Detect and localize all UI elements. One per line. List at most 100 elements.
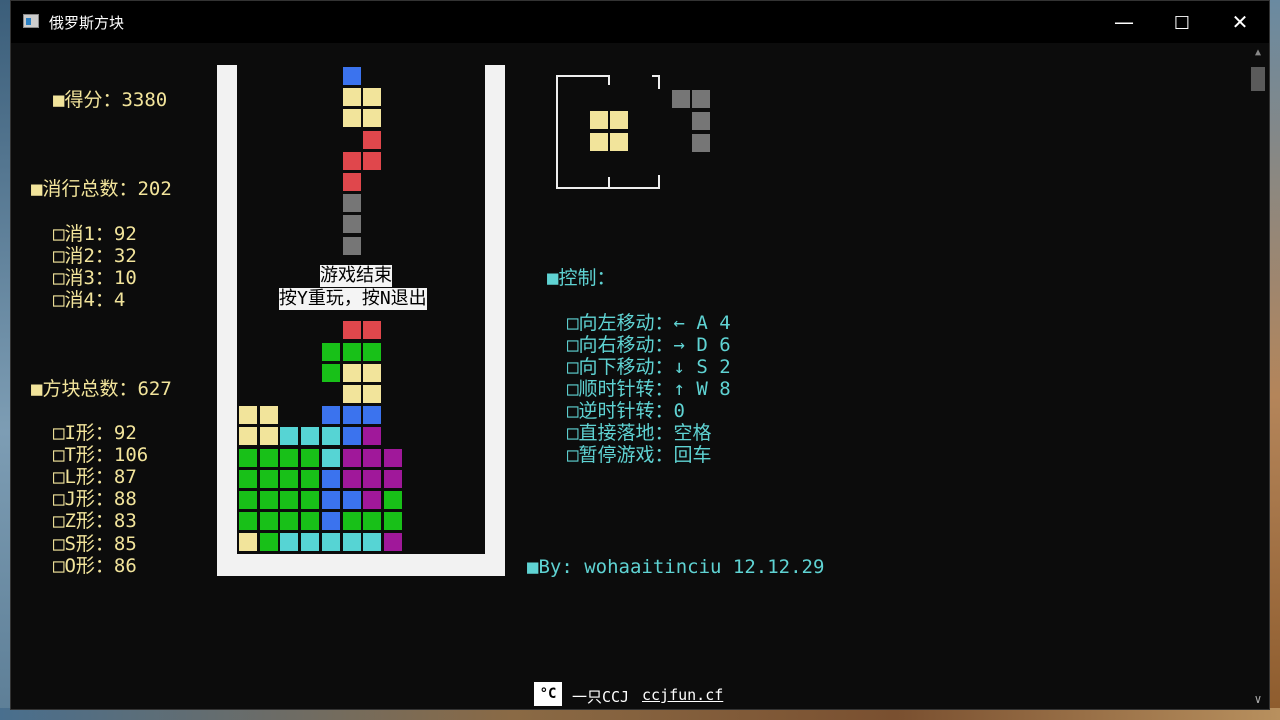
board-cell (259, 406, 278, 425)
board-cell (321, 363, 340, 382)
board-cell (301, 469, 320, 488)
board-cell (342, 236, 361, 255)
board-cell (280, 533, 299, 552)
watermark-link[interactable]: ccjfun.cf (642, 686, 723, 704)
board-cell (342, 385, 361, 403)
control-rotate-ccw: □逆时针转：0 (567, 400, 685, 422)
board-cell (383, 491, 402, 509)
board-cell (342, 67, 361, 85)
board-cell (363, 109, 382, 128)
author-credit: ■By: wohaaitinciu 12.12.29 (527, 556, 825, 578)
board-cell (321, 469, 340, 488)
block-o-label: □O形：86 (53, 555, 137, 577)
game-over-title: 游戏结束 (320, 265, 392, 287)
blocks-total-label: ■方块总数：627 (31, 378, 172, 400)
close-icon: ✕ (1231, 10, 1249, 34)
board-cell (363, 491, 382, 509)
board-cell (342, 448, 361, 467)
board-cell (239, 469, 257, 488)
control-hard-drop: □直接落地：空格 (567, 422, 712, 444)
board-cell (342, 469, 361, 488)
board-cell (383, 469, 402, 488)
title-bar[interactable]: 俄罗斯方块 — ☐ ✕ (11, 1, 1269, 43)
board-cell (280, 512, 299, 531)
console-app-icon (23, 14, 39, 28)
board-cell (301, 512, 320, 531)
board-cell (363, 342, 382, 361)
side-piece-cell (692, 134, 710, 152)
side-piece-cell (692, 90, 710, 108)
maximize-button[interactable]: ☐ (1153, 1, 1211, 43)
board-cell (363, 427, 382, 446)
minimize-button[interactable]: — (1095, 1, 1153, 43)
board-cell (239, 491, 257, 509)
block-l-label: □L形：87 (53, 466, 137, 488)
board-cell (363, 88, 382, 107)
board-cell (363, 512, 382, 531)
board-cell (342, 88, 361, 107)
score-label: ■得分：3380 (53, 89, 168, 111)
board-cell (383, 512, 402, 531)
board-cell (363, 130, 382, 149)
scroll-up-arrow-icon[interactable]: ▲ (1247, 45, 1269, 61)
close-button[interactable]: ✕ (1211, 1, 1269, 43)
control-move-left: □向左移动：← A 4 (567, 312, 731, 334)
board-cell (363, 406, 382, 425)
board-cell (321, 427, 340, 446)
board-cell (321, 512, 340, 531)
board-cell (321, 491, 340, 509)
control-move-right: □向右移动：→ D 6 (567, 334, 731, 356)
board-cell (342, 151, 361, 170)
board-cell (342, 533, 361, 552)
lines-3-label: □消3：10 (53, 267, 137, 289)
board-cell (383, 533, 402, 552)
board-cell (239, 533, 257, 552)
block-t-label: □T形：106 (53, 444, 149, 466)
window-title: 俄罗斯方块 (49, 14, 125, 32)
scroll-down-arrow-icon[interactable]: ∨ (1247, 691, 1269, 707)
block-s-label: □S形：85 (53, 533, 137, 555)
board-cell (280, 448, 299, 467)
block-j-label: □J形：88 (53, 488, 137, 510)
board-cell (342, 109, 361, 128)
board-cell (342, 194, 361, 213)
minimize-icon: — (1114, 10, 1134, 34)
board-cell (342, 342, 361, 361)
block-z-label: □Z形：83 (53, 510, 137, 532)
board-cell (301, 533, 320, 552)
board-cell (239, 427, 257, 446)
board-cell (321, 342, 340, 361)
game-over-prompt: 按Y重玩，按N退出 (279, 288, 427, 310)
board-cell (301, 448, 320, 467)
board-cell (383, 448, 402, 467)
block-i-label: □I形：92 (53, 422, 137, 444)
board-cell (239, 406, 257, 425)
board-cell (259, 448, 278, 467)
board-cell (321, 406, 340, 425)
board-cell (342, 491, 361, 509)
maximize-icon: ☐ (1173, 13, 1191, 34)
control-move-down: □向下移动：↓ S 2 (567, 356, 731, 378)
board-cell (280, 469, 299, 488)
side-piece-cell (692, 112, 710, 130)
board-cell (259, 469, 278, 488)
playfield-frame (217, 65, 505, 576)
vertical-scrollbar[interactable]: ▲ ∨ (1247, 43, 1269, 709)
scroll-thumb[interactable] (1251, 67, 1265, 91)
next-piece-box (556, 75, 660, 189)
board-cell (342, 173, 361, 191)
next-piece-cell (590, 111, 608, 129)
lines-total-label: ■消行总数：202 (31, 178, 172, 200)
board-cell (363, 385, 382, 403)
board-cell (301, 427, 320, 446)
next-piece-cell (610, 133, 628, 151)
board-cell (342, 363, 361, 382)
board-cell (342, 427, 361, 446)
board-cell (363, 533, 382, 552)
board-cell (239, 448, 257, 467)
board-cell (259, 533, 278, 552)
board-cell (280, 427, 299, 446)
board-cell (342, 215, 361, 234)
controls-heading: ■控制： (547, 267, 616, 289)
next-piece-cell (610, 111, 628, 129)
